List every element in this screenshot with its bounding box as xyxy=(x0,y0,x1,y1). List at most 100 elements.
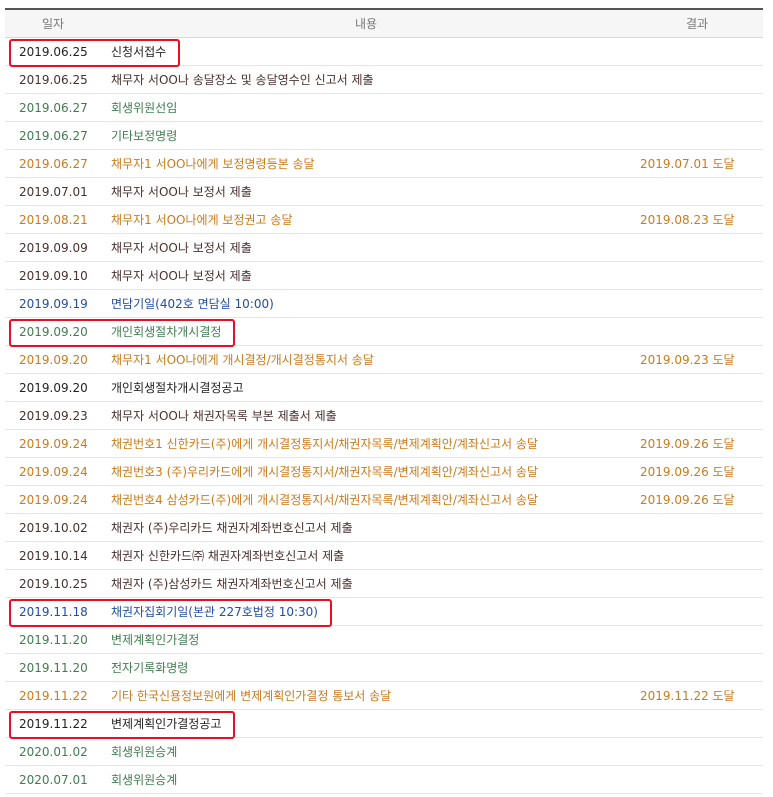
cell-content: 회생위원승계 xyxy=(101,737,631,766)
cell-result xyxy=(631,233,763,262)
cell-date: 2019.11.22 xyxy=(5,709,101,738)
cell-content: 채권자 (주)삼성카드 채권자계좌번호신고서 제출 xyxy=(101,569,631,598)
case-progress-table: 일자 내용 결과 2019.06.25 신청서접수 2019.06.25 채무자 서O… xyxy=(5,10,763,794)
cell-date: 2019.09.24 xyxy=(5,457,101,486)
cell-content: 채무자1 서OO나에게 보정명령등본 송달 xyxy=(101,149,631,178)
cell-content: 변제계획인가결정 xyxy=(101,625,631,654)
cell-date: 2019.08.21 xyxy=(5,205,101,234)
cell-date: 2019.09.09 xyxy=(5,233,101,262)
cell-date: 2019.11.20 xyxy=(5,653,101,682)
table-row: 2019.10.25 채권자 (주)삼성카드 채권자계좌번호신고서 제출 xyxy=(5,569,763,598)
table-row: 2019.09.24 채권번호4 삼성카드(주)에게 개시결정통지서/채권자목록/… xyxy=(5,485,763,514)
cell-date: 2019.10.14 xyxy=(5,541,101,570)
cell-content: 채무자1 서OO나에게 개시결정/개시결정통지서 송달 xyxy=(101,345,631,374)
cell-result xyxy=(631,401,763,430)
cell-content: 기타 한국신용정보원에게 변제계획인가결정 통보서 송달 xyxy=(101,681,631,710)
cell-result xyxy=(631,541,763,570)
cell-content: 채권자 신한카드㈜ 채권자계좌번호신고서 제출 xyxy=(101,541,631,570)
table-row: 2019.06.27 채무자1 서OO나에게 보정명령등본 송달 2019.07.0… xyxy=(5,149,763,178)
cell-date: 2019.09.24 xyxy=(5,485,101,514)
cell-date: 2019.07.01 xyxy=(5,177,101,206)
cell-date: 2019.06.27 xyxy=(5,121,101,150)
cell-result xyxy=(631,317,763,346)
cell-date: 2019.11.22 xyxy=(5,681,101,710)
cell-date: 2019.09.20 xyxy=(5,345,101,374)
cell-content: 전자기록화명령 xyxy=(101,653,631,682)
cell-result xyxy=(631,37,763,66)
cell-content: 채무자1 서OO나에게 보정권고 송달 xyxy=(101,205,631,234)
cell-date: 2019.09.20 xyxy=(5,317,101,346)
table-row: 2019.09.24 채권번호1 신한카드(주)에게 개시결정통지서/채권자목록/… xyxy=(5,429,763,458)
table-row: 2019.09.19 면담기일(402호 면담실 10:00) xyxy=(5,289,763,318)
cell-result xyxy=(631,121,763,150)
table-row: 2019.10.14 채권자 신한카드㈜ 채권자계좌번호신고서 제출 xyxy=(5,541,763,570)
cell-result xyxy=(631,569,763,598)
table-row: 2019.11.18 채권자집회기일(본관 227호법정 10:30) xyxy=(5,597,763,626)
cell-date: 2019.09.10 xyxy=(5,261,101,290)
table-row: 2019.11.22 기타 한국신용정보원에게 변제계획인가결정 통보서 송달 20… xyxy=(5,681,763,710)
table-row: 2019.11.22 변제계획인가결정공고 xyxy=(5,709,763,738)
cell-result xyxy=(631,177,763,206)
column-header-content: 내용 xyxy=(101,10,631,38)
cell-date: 2019.10.02 xyxy=(5,513,101,542)
cell-content: 신청서접수 xyxy=(101,37,631,66)
column-header-result: 결과 xyxy=(631,10,763,38)
cell-date: 2019.06.25 xyxy=(5,37,101,66)
cell-content: 채권자 (주)우리카드 채권자계좌번호신고서 제출 xyxy=(101,513,631,542)
cell-date: 2019.09.24 xyxy=(5,429,101,458)
cell-content: 채무자 서OO나 보정서 제출 xyxy=(101,177,631,206)
cell-content: 회생위원선임 xyxy=(101,93,631,122)
cell-result: 2019.09.26 도달 xyxy=(631,485,763,514)
cell-result xyxy=(631,737,763,766)
cell-result xyxy=(631,709,763,738)
table-row: 2019.09.20 채무자1 서OO나에게 개시결정/개시결정통지서 송달 201… xyxy=(5,345,763,374)
column-header-date: 일자 xyxy=(5,10,101,38)
table-row: 2019.09.10 채무자 서OO나 보정서 제출 xyxy=(5,261,763,290)
cell-result xyxy=(631,289,763,318)
cell-content: 면담기일(402호 면담실 10:00) xyxy=(101,289,631,318)
table-row: 2019.09.20 개인회생절차개시결정공고 xyxy=(5,373,763,402)
table-row: 2019.09.09 채무자 서OO나 보정서 제출 xyxy=(5,233,763,262)
cell-content: 채무자 서OO나 보정서 제출 xyxy=(101,233,631,262)
cell-result xyxy=(631,765,763,794)
table-row: 2019.06.25 채무자 서OO나 송달장소 및 송달영수인 신고서 제출 xyxy=(5,65,763,94)
cell-result xyxy=(631,65,763,94)
cell-date: 2019.06.27 xyxy=(5,149,101,178)
cell-result: 2019.08.23 도달 xyxy=(631,205,763,234)
cell-content: 채무자 서OO나 보정서 제출 xyxy=(101,261,631,290)
cell-content: 변제계획인가결정공고 xyxy=(101,709,631,738)
cell-date: 2019.11.18 xyxy=(5,597,101,626)
cell-result xyxy=(631,261,763,290)
table-body: 2019.06.25 신청서접수 2019.06.25 채무자 서OO나 송달장소 및… xyxy=(5,37,763,794)
cell-content: 채권번호1 신한카드(주)에게 개시결정통지서/채권자목록/변제계획안/계좌신고… xyxy=(101,429,631,458)
cell-date: 2019.11.20 xyxy=(5,625,101,654)
cell-date: 2020.01.02 xyxy=(5,737,101,766)
table-row: 2019.06.25 신청서접수 xyxy=(5,37,763,66)
cell-content: 회생위원승계 xyxy=(101,765,631,794)
cell-result: 2019.09.26 도달 xyxy=(631,429,763,458)
cell-result xyxy=(631,597,763,626)
cell-date: 2019.06.25 xyxy=(5,65,101,94)
table-row: 2019.07.01 채무자 서OO나 보정서 제출 xyxy=(5,177,763,206)
cell-content: 채무자 서OO나 송달장소 및 송달영수인 신고서 제출 xyxy=(101,65,631,94)
cell-content: 채권번호3 (주)우리카드에게 개시결정통지서/채권자목록/변제계획안/계좌신고… xyxy=(101,457,631,486)
cell-content: 채권번호4 삼성카드(주)에게 개시결정통지서/채권자목록/변제계획안/계좌신고… xyxy=(101,485,631,514)
cell-date: 2019.06.27 xyxy=(5,93,101,122)
cell-content: 개인회생절차개시결정공고 xyxy=(101,373,631,402)
cell-result xyxy=(631,93,763,122)
cell-date: 2019.09.19 xyxy=(5,289,101,318)
cell-result xyxy=(631,625,763,654)
table-row: 2019.09.23 채무자 서OO나 채권자목록 부본 제출서 제출 xyxy=(5,401,763,430)
table-row: 2020.01.02 회생위원승계 xyxy=(5,737,763,766)
cell-result: 2019.11.22 도달 xyxy=(631,681,763,710)
cell-result: 2019.07.01 도달 xyxy=(631,149,763,178)
table-row: 2019.06.27 기타보정명령 xyxy=(5,121,763,150)
table-row: 2019.06.27 회생위원선임 xyxy=(5,93,763,122)
table-header-row: 일자 내용 결과 xyxy=(5,10,763,38)
table-row: 2019.11.20 변제계획인가결정 xyxy=(5,625,763,654)
table-row: 2019.09.24 채권번호3 (주)우리카드에게 개시결정통지서/채권자목록/… xyxy=(5,457,763,486)
cell-result: 2019.09.23 도달 xyxy=(631,345,763,374)
table-row: 2019.09.20 개인회생절차개시결정 xyxy=(5,317,763,346)
table-row: 2019.11.20 전자기록화명령 xyxy=(5,653,763,682)
cell-result xyxy=(631,373,763,402)
